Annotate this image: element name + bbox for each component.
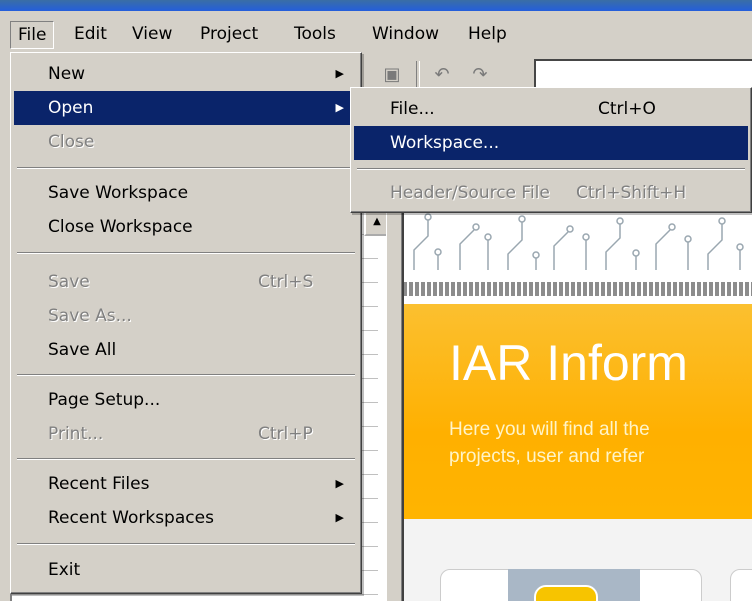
title-bar	[0, 0, 752, 11]
menu-item-shortcut: Ctrl+P	[258, 424, 313, 444]
info-cards	[404, 519, 752, 601]
menu-project[interactable]: Project	[193, 21, 265, 47]
menu-item-print[interactable]: Print... Ctrl+P	[14, 417, 358, 451]
submenu-item-file[interactable]: File... Ctrl+O	[354, 92, 748, 126]
menu-item-label: Recent Files	[48, 474, 150, 494]
information-center: IAR Inform Here you will find all the pr…	[402, 200, 752, 601]
info-subtitle-line-2: projects, user and refer	[449, 446, 645, 467]
menu-item-recent-workspaces[interactable]: Recent Workspaces ▶	[14, 501, 358, 535]
menu-item-label: Page Setup...	[48, 390, 161, 410]
menu-item-save[interactable]: Save Ctrl+S	[14, 265, 358, 299]
submenu-arrow-icon: ▶	[335, 101, 344, 114]
submenu-arrow-icon: ▶	[335, 511, 344, 524]
menu-tools[interactable]: Tools	[287, 21, 343, 47]
menu-item-open[interactable]: Open ▶	[14, 91, 358, 125]
undo-icon[interactable]: ↶	[428, 61, 456, 89]
info-card[interactable]	[730, 569, 752, 601]
menu-edit[interactable]: Edit	[67, 21, 114, 47]
menu-item-save-workspace[interactable]: Save Workspace	[14, 176, 358, 210]
menu-item-recent-files[interactable]: Recent Files ▶	[14, 467, 358, 501]
menu-item-shortcut: Ctrl+Shift+H	[576, 183, 687, 203]
menu-item-label: Close Workspace	[48, 217, 193, 237]
menu-item-new[interactable]: New ▶	[14, 57, 358, 91]
file-menu: New ▶ Open ▶ Close Save Workspace Close …	[10, 52, 362, 594]
menu-item-shortcut: Ctrl+S	[258, 272, 314, 292]
card-pill-icon	[534, 585, 598, 601]
menu-item-label: Header/Source File	[390, 183, 550, 203]
menu-separator	[357, 168, 745, 170]
info-heading: IAR Inform	[449, 335, 688, 391]
submenu-arrow-icon: ▶	[335, 477, 344, 490]
info-subtitle: Here you will find all the projects, use…	[449, 416, 650, 470]
menu-item-save-all[interactable]: Save All	[14, 333, 358, 367]
menu-item-page-setup[interactable]: Page Setup...	[14, 383, 358, 417]
menu-separator	[17, 458, 355, 460]
menu-item-label: Workspace...	[390, 133, 500, 153]
submenu-arrow-icon: ▶	[335, 67, 344, 80]
menu-window[interactable]: Window	[365, 21, 446, 47]
menu-item-label: Exit	[48, 560, 81, 580]
circuit-graphic	[404, 200, 752, 304]
info-banner: IAR Inform Here you will find all the pr…	[404, 304, 752, 519]
menu-help[interactable]: Help	[461, 21, 514, 47]
menu-view[interactable]: View	[125, 21, 179, 47]
toolbar-separator	[416, 61, 420, 89]
paste-icon[interactable]: ▣	[378, 61, 406, 89]
menu-item-save-as[interactable]: Save As...	[14, 299, 358, 333]
submenu-item-workspace[interactable]: Workspace...	[354, 126, 748, 160]
menu-item-label: Save	[48, 272, 90, 292]
menu-separator	[17, 543, 355, 545]
menu-item-label: Recent Workspaces	[48, 508, 214, 528]
submenu-item-header-source[interactable]: Header/Source File Ctrl+Shift+H	[354, 176, 748, 210]
menu-separator	[17, 167, 355, 169]
menu-item-label: Open	[48, 98, 94, 118]
card-thumbnail	[508, 569, 640, 601]
menu-separator	[17, 374, 355, 376]
menu-bar: File Edit View Project Tools Window Help	[0, 11, 752, 53]
menu-item-close-workspace[interactable]: Close Workspace	[14, 210, 358, 244]
menu-item-exit[interactable]: Exit	[14, 553, 358, 587]
open-submenu: File... Ctrl+O Workspace... Header/Sourc…	[350, 87, 752, 213]
menu-item-label: Save Workspace	[48, 183, 189, 203]
menu-item-label: File...	[390, 99, 435, 119]
menu-item-label: Save All	[48, 340, 117, 360]
menu-file[interactable]: File	[10, 21, 55, 49]
menu-item-label: Print...	[48, 424, 104, 444]
menu-item-shortcut: Ctrl+O	[598, 99, 656, 119]
redo-icon[interactable]: ↷	[466, 61, 494, 89]
menu-item-close[interactable]: Close	[14, 125, 358, 159]
menu-separator	[17, 252, 355, 254]
menu-item-label: Save As...	[48, 306, 132, 326]
menu-item-label: New	[48, 64, 86, 84]
menu-item-label: Close	[48, 132, 95, 152]
info-subtitle-line-1: Here you will find all the	[449, 419, 650, 440]
